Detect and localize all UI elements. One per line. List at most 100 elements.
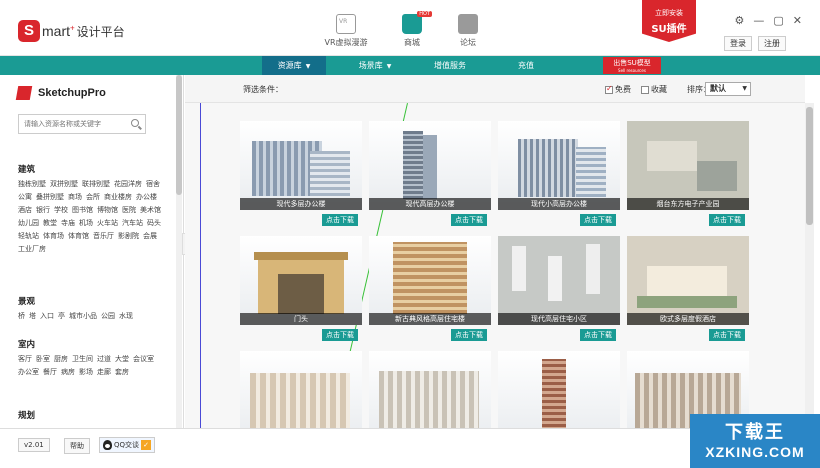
- model-card[interactable]: 现代小高层办公楼点击下载: [498, 121, 620, 230]
- category-link[interactable]: 体育场: [43, 230, 64, 243]
- category-link[interactable]: 学校: [54, 204, 68, 217]
- menu-resources[interactable]: 资源库 ▼: [262, 56, 326, 75]
- login-button[interactable]: 登录: [724, 36, 752, 51]
- category-link[interactable]: 银行: [36, 204, 50, 217]
- model-card[interactable]: [240, 351, 362, 428]
- model-card[interactable]: 现代多层办公楼点击下载: [240, 121, 362, 230]
- model-card[interactable]: [369, 351, 491, 428]
- category-link[interactable]: 办公楼: [136, 191, 157, 204]
- category-link[interactable]: 亭: [58, 310, 65, 323]
- download-button[interactable]: 点击下载: [580, 214, 616, 226]
- model-thumbnail[interactable]: [369, 351, 491, 428]
- category-link[interactable]: 公园: [101, 310, 115, 323]
- model-thumbnail[interactable]: 现代高层住宅小区: [498, 236, 620, 325]
- category-link[interactable]: 水现: [119, 310, 133, 323]
- model-thumbnail[interactable]: 现代多层办公楼: [240, 121, 362, 210]
- category-link[interactable]: 桥: [18, 310, 25, 323]
- category-link[interactable]: 医院: [122, 204, 136, 217]
- category-link[interactable]: 幼儿园: [18, 217, 39, 230]
- category-link[interactable]: 码头: [147, 217, 161, 230]
- close-icon[interactable]: ✕: [793, 14, 802, 27]
- download-button[interactable]: 点击下载: [322, 214, 358, 226]
- gear-icon[interactable]: ⚙: [735, 14, 745, 27]
- category-link[interactable]: 套房: [115, 366, 129, 379]
- model-thumbnail[interactable]: 门头: [240, 236, 362, 325]
- category-link[interactable]: 独栋别墅: [18, 178, 46, 191]
- favorite-checkbox[interactable]: [641, 85, 649, 94]
- category-link[interactable]: 办公室: [18, 366, 39, 379]
- model-card[interactable]: [498, 351, 620, 428]
- register-button[interactable]: 注册: [758, 36, 786, 51]
- nav-shop[interactable]: HOT 商城: [382, 11, 442, 48]
- category-link[interactable]: 餐厅: [43, 366, 57, 379]
- category-link[interactable]: 过道: [97, 353, 111, 366]
- category-link[interactable]: 厨房: [54, 353, 68, 366]
- category-link[interactable]: 影场: [79, 366, 93, 379]
- category-link[interactable]: 商场: [68, 191, 82, 204]
- category-link[interactable]: 大堂: [115, 353, 129, 366]
- category-link[interactable]: 入口: [40, 310, 54, 323]
- model-card[interactable]: 现代高层办公楼点击下载: [369, 121, 491, 230]
- model-card[interactable]: 烟台东方电子产业园点击下载: [627, 121, 749, 230]
- category-link[interactable]: 会所: [86, 191, 100, 204]
- category-link[interactable]: 会议室: [133, 353, 154, 366]
- category-link[interactable]: 体育馆: [68, 230, 89, 243]
- search-input[interactable]: [19, 115, 124, 133]
- category-link[interactable]: 商业楼房: [104, 191, 132, 204]
- minimize-icon[interactable]: —: [753, 14, 764, 27]
- category-link[interactable]: 教堂: [43, 217, 57, 230]
- download-button[interactable]: 点击下载: [451, 214, 487, 226]
- free-checkbox[interactable]: [605, 84, 613, 94]
- maximize-icon[interactable]: ▢: [773, 14, 783, 27]
- favorite-filter[interactable]: 收藏: [641, 84, 667, 95]
- category-link[interactable]: 机场: [79, 217, 93, 230]
- model-thumbnail[interactable]: 新古典风格高层住宅楼: [369, 236, 491, 325]
- category-link[interactable]: 卧室: [36, 353, 50, 366]
- model-card[interactable]: 门头点击下载: [240, 236, 362, 345]
- sell-su-model-button[interactable]: 出售SU模型 Sell resources: [603, 57, 661, 74]
- model-thumbnail[interactable]: 现代高层办公楼: [369, 121, 491, 210]
- model-thumbnail[interactable]: 现代小高层办公楼: [498, 121, 620, 210]
- category-link[interactable]: 客厅: [18, 353, 32, 366]
- menu-recharge[interactable]: 充值: [508, 56, 544, 75]
- model-thumbnail[interactable]: 欧式多层度假酒店: [627, 236, 749, 325]
- scroll-thumb[interactable]: [806, 107, 813, 225]
- category-link[interactable]: 音乐厅: [93, 230, 114, 243]
- model-thumbnail[interactable]: [240, 351, 362, 428]
- search-icon[interactable]: [131, 119, 139, 127]
- download-button[interactable]: 点击下载: [451, 329, 487, 341]
- category-link[interactable]: 火车站: [97, 217, 118, 230]
- category-link[interactable]: 病房: [61, 366, 75, 379]
- download-button[interactable]: 点击下载: [322, 329, 358, 341]
- category-link[interactable]: 卫生间: [72, 353, 93, 366]
- category-link[interactable]: 工业厂房: [18, 243, 46, 256]
- model-thumbnail[interactable]: [498, 351, 620, 428]
- download-button[interactable]: 点击下载: [709, 214, 745, 226]
- category-link[interactable]: 城市小品: [69, 310, 97, 323]
- category-link[interactable]: 美术馆: [140, 204, 161, 217]
- help-button[interactable]: 帮助: [64, 438, 90, 454]
- category-link[interactable]: 汽车站: [122, 217, 143, 230]
- category-link[interactable]: 寺庙: [61, 217, 75, 230]
- category-link[interactable]: 叠拼别墅: [36, 191, 64, 204]
- content-scrollbar[interactable]: [805, 103, 814, 428]
- category-link[interactable]: 影剧院: [118, 230, 139, 243]
- sort-select[interactable]: 默认 ▼: [705, 82, 751, 96]
- category-link[interactable]: 双拼别墅: [50, 178, 78, 191]
- category-link[interactable]: 博物馆: [97, 204, 118, 217]
- free-filter[interactable]: 免费: [605, 84, 631, 95]
- download-button[interactable]: 点击下载: [580, 329, 616, 341]
- model-card[interactable]: 现代高层住宅小区点击下载: [498, 236, 620, 345]
- model-card[interactable]: 欧式多层度假酒店点击下载: [627, 236, 749, 345]
- category-link[interactable]: 塔: [29, 310, 36, 323]
- install-su-plugin-button[interactable]: 立即安装 SU插件: [642, 0, 696, 42]
- category-link[interactable]: 公寓: [18, 191, 32, 204]
- menu-scenes[interactable]: 场景库 ▼: [346, 56, 404, 75]
- menu-value-added[interactable]: 增值服务: [424, 56, 476, 75]
- category-link[interactable]: 宿舍: [146, 178, 160, 191]
- nav-forum[interactable]: 论坛: [438, 14, 498, 48]
- download-button[interactable]: 点击下载: [709, 329, 745, 341]
- category-link[interactable]: 轻轨站: [18, 230, 39, 243]
- model-thumbnail[interactable]: 烟台东方电子产业园: [627, 121, 749, 210]
- category-link[interactable]: 走廊: [97, 366, 111, 379]
